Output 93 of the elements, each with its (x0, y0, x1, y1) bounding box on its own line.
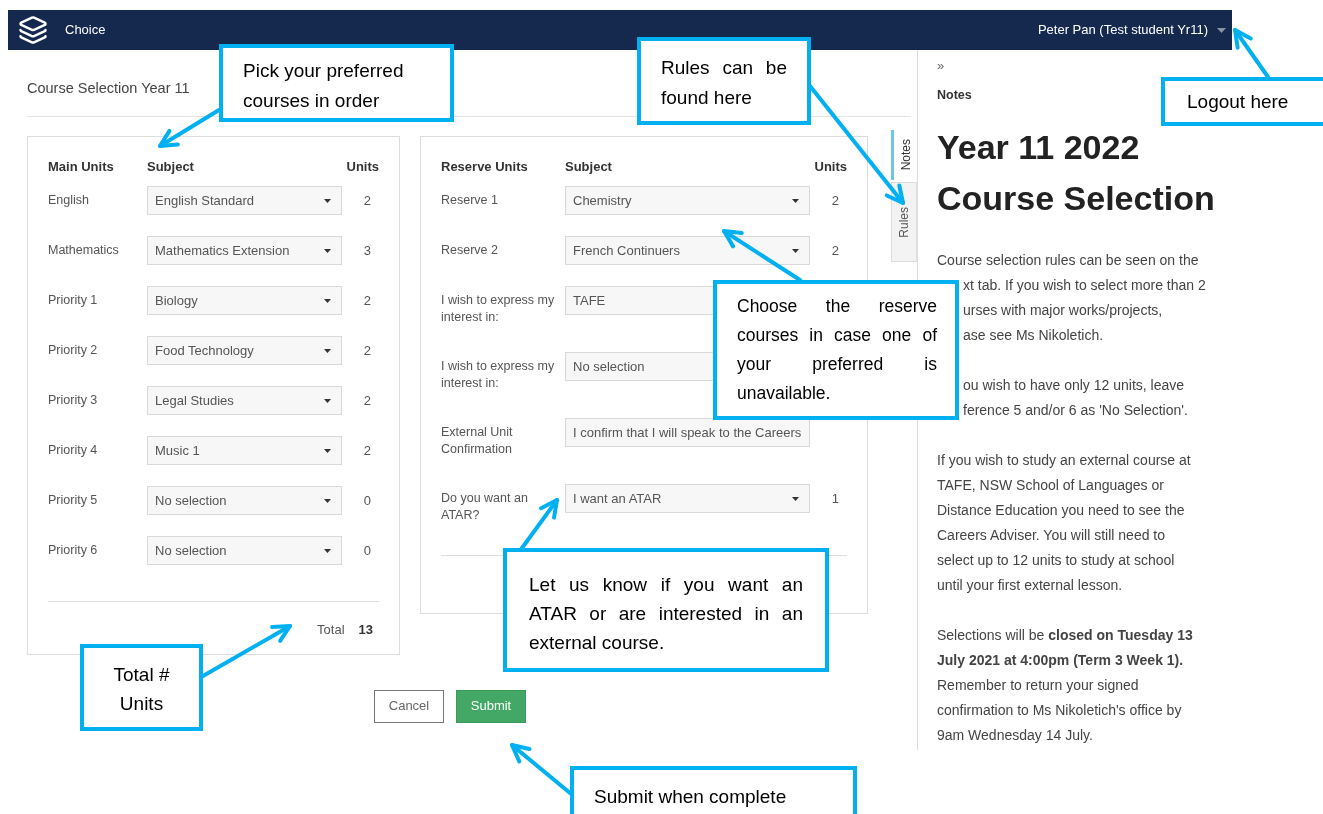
layers-icon[interactable] (18, 15, 48, 45)
units-value: 0 (363, 542, 371, 559)
subject-select[interactable]: Music 1 (147, 436, 342, 465)
cancel-button[interactable]: Cancel (374, 689, 444, 723)
notes-text-line: Distance Education you need to see the (937, 501, 1185, 521)
total-label: Total (317, 621, 345, 639)
units-value: 2 (363, 292, 371, 309)
row-label: Priority 2 (48, 342, 98, 359)
side-tab[interactable]: Rules (891, 182, 917, 262)
notes-text-line: until your first external lesson. (937, 576, 1123, 596)
notes-text-line: ase see Ms Nikoletich. (963, 326, 1104, 346)
row-label: Do you want an ATAR? (441, 490, 528, 524)
caret-icon (324, 448, 331, 453)
column-header: Reserve Units (441, 158, 529, 177)
notes-text-line: If you wish to study an external course at (937, 451, 1191, 471)
notes-text-line: select up to 12 units to study at school (937, 551, 1175, 571)
column-header: Main Units (48, 158, 115, 177)
notes-text-line: confirmation to Ms Nikoletich's office by (937, 701, 1182, 721)
user-menu[interactable]: Peter Pan (Test student Yr11) (1037, 20, 1208, 40)
leader-arrow (510, 743, 572, 795)
units-value: 0 (363, 492, 371, 509)
units-value: 2 (831, 242, 839, 259)
caret-icon (324, 298, 331, 303)
row-label: Reserve 1 (441, 192, 498, 209)
column-header: Subject (147, 158, 195, 177)
caret-icon (324, 398, 331, 403)
units-value: 2 (363, 442, 371, 459)
notes-text-line: xt tab. If you wish to select more than 2 (963, 276, 1206, 296)
notes-text-line: 9am Wednesday 14 July. (937, 726, 1093, 746)
notes-text-line: Remember to return your signed (937, 676, 1139, 696)
row-label: I wish to express my interest in: (441, 292, 555, 326)
caret-icon (324, 198, 331, 203)
callout-tooltip: Submit when complete (570, 766, 857, 814)
page-title: Course Selection Year 11 (27, 79, 190, 97)
units-value: 2 (363, 342, 371, 359)
row-label: Priority 5 (48, 492, 98, 509)
column-header: Units (346, 158, 379, 177)
callout-tooltip: Rules can be found here (637, 37, 811, 125)
caret-icon (324, 248, 331, 253)
notes-text-line: Course selection rules can be seen on the (937, 251, 1199, 271)
notes-text-line: ference 5 and/or 6 as 'No Selection'. (963, 401, 1188, 421)
subject-select[interactable]: Mathematics Extension (147, 236, 342, 265)
notes-text-line: July 2021 at 4:00pm (Term 3 Week 1). (937, 651, 1184, 671)
subject-select[interactable]: I want an ATAR (565, 484, 810, 513)
row-label: Priority 1 (48, 292, 98, 309)
units-value: 1 (831, 490, 839, 507)
notes-text-line: Careers Adviser. You will still need to (937, 526, 1165, 546)
callout-tooltip: Logout here (1161, 77, 1323, 126)
callout-tooltip: Pick your preferred courses in order (219, 44, 454, 122)
notes-text-line: urses with major works/projects, (963, 301, 1163, 321)
row-label: I wish to express my interest in: (441, 358, 555, 392)
notes-text-line: Selections will be closed on Tuesday 13 (937, 626, 1193, 646)
subject-select[interactable]: No selection (147, 536, 342, 565)
column-header: Subject (565, 158, 613, 177)
caret-icon[interactable] (1217, 27, 1226, 33)
collapse-toggle[interactable]: » (937, 50, 945, 76)
subject-select[interactable]: I confirm that I will speak to the Careers (565, 418, 810, 447)
units-value: 3 (363, 242, 371, 259)
subject-select[interactable]: Biology (147, 286, 342, 315)
row-label: Priority 3 (48, 392, 98, 409)
column-header: Units (814, 158, 847, 177)
app-name[interactable]: Choice (65, 20, 106, 40)
row-label: Priority 4 (48, 442, 98, 459)
row-label: Reserve 2 (441, 242, 498, 259)
row-label: English (48, 192, 89, 209)
caret-icon (324, 498, 331, 503)
subject-select[interactable]: Legal Studies (147, 386, 342, 415)
subject-select[interactable]: English Standard (147, 186, 342, 215)
subject-select[interactable]: French Continuers (565, 236, 810, 265)
caret-icon (792, 248, 799, 253)
callout-tooltip: Let us know if you want an ATAR or are interested in an external course. (503, 548, 829, 672)
units-value: 2 (831, 192, 839, 209)
row-label: Priority 6 (48, 542, 98, 559)
row-label: Mathematics (48, 242, 119, 259)
row-label: External Unit Confirmation (441, 424, 513, 458)
notes-text-line: TAFE, NSW School of Languages or (937, 476, 1164, 496)
units-value: 2 (363, 192, 371, 209)
subject-select[interactable]: Chemistry (565, 186, 810, 215)
notes-text-line: ou wish to have only 12 units, leave (963, 376, 1185, 396)
callout-tooltip: Choose the reserve courses in case one of your preferred is unavailable. (713, 280, 959, 420)
total-value: 13 (358, 621, 373, 639)
caret-icon (324, 348, 331, 353)
caret-icon (792, 496, 799, 501)
subject-select[interactable]: Food Technology (147, 336, 342, 365)
leader-arrow (158, 108, 221, 148)
caret-icon (324, 548, 331, 553)
units-value: 2 (363, 392, 371, 409)
caret-icon (792, 198, 799, 203)
subject-select[interactable]: No selection (147, 486, 342, 515)
notes-heading: Notes (937, 86, 972, 104)
callout-tooltip: Total # Units (80, 644, 203, 731)
notes-title: Year 11 2022 Course Selection (937, 127, 1216, 220)
leader-arrow (1233, 28, 1270, 79)
